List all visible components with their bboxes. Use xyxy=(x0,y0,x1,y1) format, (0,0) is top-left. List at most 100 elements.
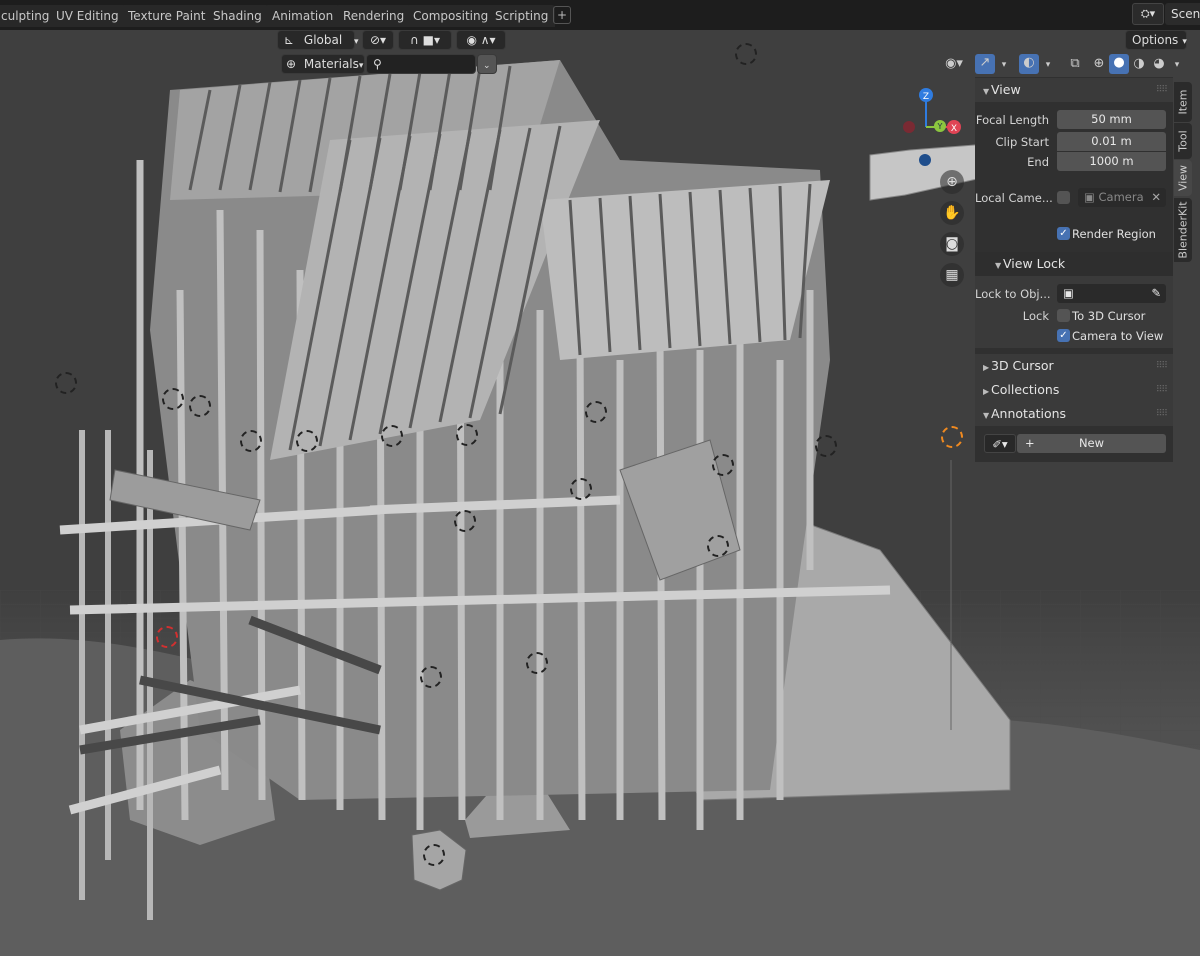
scene-selector-button[interactable]: ⛭▾ xyxy=(1132,3,1164,25)
zoom-icon: ⊕ xyxy=(946,174,958,190)
scene-icon: ⛭▾ xyxy=(1140,7,1156,20)
shading-preview-dropdown[interactable]: ⊕ Materials▾ xyxy=(281,54,365,74)
empty-marker[interactable] xyxy=(815,435,837,457)
camera-object-icon: ▣ xyxy=(1084,190,1095,204)
tab-label: Item xyxy=(1176,89,1190,115)
empty-marker[interactable] xyxy=(420,666,442,688)
search-input[interactable]: ⚲ xyxy=(366,54,476,74)
light-sun-icon[interactable] xyxy=(941,426,963,448)
tab-compositing[interactable]: Compositing xyxy=(406,5,496,27)
gizmo-toggle[interactable]: ↗ xyxy=(975,54,995,74)
gizmo-icon: ↗ xyxy=(979,55,991,70)
focal-length-label: Focal Length xyxy=(975,113,1049,127)
annotation-layer-dropdown[interactable]: ✐▾ xyxy=(984,434,1016,453)
pivot-point-button[interactable]: ⊘▾ xyxy=(362,30,394,50)
local-camera-field[interactable]: ▣ Camera ✕ xyxy=(1078,188,1166,207)
clip-end-field[interactable]: 1000 m xyxy=(1057,152,1166,171)
sidebar-tab-tool[interactable]: Tool xyxy=(1174,123,1192,159)
panel-header-view[interactable]: ▼ View ⠿⠿ xyxy=(975,78,1173,102)
shading-wireframe-button[interactable]: ⊕ xyxy=(1090,55,1108,73)
proportional-editing-button[interactable]: ◉ ∧▾ xyxy=(456,30,506,50)
zoom-button[interactable]: ⊕ xyxy=(940,170,964,194)
empty-marker[interactable] xyxy=(296,430,318,452)
options-label: Options xyxy=(1132,33,1179,47)
empty-marker[interactable] xyxy=(454,510,476,532)
chevron-down-icon: ▾ xyxy=(1001,60,1007,70)
tab-uv-editing[interactable]: UV Editing xyxy=(49,5,126,27)
panel-header-annotations[interactable]: ▼ Annotations ⠿⠿ xyxy=(975,402,1173,426)
camera-view-button[interactable]: ◙ xyxy=(940,232,964,256)
sidebar-tab-view[interactable]: View xyxy=(1174,160,1192,196)
empty-marker[interactable] xyxy=(585,401,607,423)
tab-animation[interactable]: Animation xyxy=(265,5,341,27)
tab-sculpting[interactable]: culpting xyxy=(0,5,57,27)
panel-header-collections[interactable]: ▶ Collections ⠿⠿ xyxy=(975,378,1173,402)
sidebar-tab-blenderkit[interactable]: BlenderKit xyxy=(1174,198,1192,262)
new-annotation-button[interactable]: + New xyxy=(1017,434,1166,453)
tab-label: View xyxy=(1176,164,1190,192)
shading-rendered-button[interactable]: ◕ xyxy=(1150,55,1168,73)
empty-marker[interactable] xyxy=(240,430,262,452)
clip-start-field[interactable]: 0.01 m xyxy=(1057,132,1166,151)
expanded-triangle-icon: ▼ xyxy=(983,87,990,96)
empty-marker[interactable] xyxy=(162,388,184,410)
empty-marker[interactable] xyxy=(55,372,77,394)
empty-marker[interactable] xyxy=(735,43,757,65)
overlays-toggle[interactable]: ◐ xyxy=(1019,54,1039,74)
empty-marker[interactable] xyxy=(707,535,729,557)
gizmo-dropdown[interactable]: ▾ xyxy=(996,55,1012,74)
empty-marker[interactable] xyxy=(526,652,548,674)
empty-marker[interactable] xyxy=(189,395,211,417)
3d-cursor-icon[interactable] xyxy=(156,626,178,648)
sidebar-tab-item[interactable]: Item xyxy=(1174,82,1192,122)
shading-dropdown[interactable]: ▾ xyxy=(1170,55,1184,74)
overlays-icon: ◐ xyxy=(1023,55,1035,70)
shading-material-button[interactable]: ◑ xyxy=(1130,55,1148,73)
xray-toggle[interactable]: ⧉ xyxy=(1066,55,1084,73)
close-icon[interactable]: ✕ xyxy=(1151,188,1161,207)
local-camera-value: Camera xyxy=(1098,190,1144,204)
local-camera-label: Local Came... xyxy=(975,191,1053,205)
empty-marker[interactable] xyxy=(381,425,403,447)
shading-collapse-button[interactable]: ⌄ xyxy=(477,54,497,74)
options-dropdown[interactable]: Options ▾ xyxy=(1125,30,1187,50)
empty-marker[interactable] xyxy=(570,478,592,500)
transform-orientation-dropdown[interactable]: ⊾ Global ▾ xyxy=(277,30,359,50)
panel-header-view-lock[interactable]: ▼ View Lock xyxy=(975,252,1173,276)
tab-texture-paint[interactable]: Texture Paint xyxy=(121,5,213,27)
rendered-sphere-icon: ◕ xyxy=(1153,56,1165,71)
chevron-down-icon: ▾ xyxy=(358,61,364,71)
eyedropper-icon[interactable]: ✎ xyxy=(1151,284,1161,303)
empty-marker[interactable] xyxy=(456,424,478,446)
panel-header-3d-cursor[interactable]: ▶ 3D Cursor ⠿⠿ xyxy=(975,354,1173,378)
ortho-toggle-button[interactable]: ▦ xyxy=(940,263,964,287)
focal-length-field[interactable]: 50 mm xyxy=(1057,110,1166,129)
expanded-triangle-icon: ▼ xyxy=(983,411,990,420)
add-workspace-button[interactable]: + xyxy=(553,6,571,24)
tab-rendering[interactable]: Rendering xyxy=(336,5,412,27)
local-camera-checkbox[interactable] xyxy=(1057,191,1070,204)
orientation-icon: ⊾ xyxy=(284,33,295,47)
empty-marker[interactable] xyxy=(423,844,445,866)
empty-marker[interactable] xyxy=(712,454,734,476)
hand-icon: ✋ xyxy=(943,205,961,221)
lock-to-object-field[interactable]: ▣ ✎ xyxy=(1057,284,1166,303)
panel-title: 3D Cursor xyxy=(991,358,1054,373)
solid-sphere-icon: ● xyxy=(1113,55,1125,70)
navigation-gizmo[interactable]: Z X Y xyxy=(888,85,978,185)
shading-solid-button[interactable]: ● xyxy=(1109,54,1129,74)
visibility-dropdown[interactable]: ◉▾ xyxy=(938,55,970,73)
pan-button[interactable]: ✋ xyxy=(940,201,964,225)
tab-scripting[interactable]: Scripting xyxy=(488,5,556,27)
pivot-icon: ⊘▾ xyxy=(369,33,387,47)
object-icon: ▣ xyxy=(1063,286,1074,300)
overlays-dropdown[interactable]: ▾ xyxy=(1040,55,1056,74)
lock-to-3d-cursor-checkbox[interactable] xyxy=(1057,309,1070,322)
snap-button[interactable]: ∩ ■▾ xyxy=(398,30,452,50)
camera-icon: ◙ xyxy=(945,236,959,252)
camera-to-view-checkbox[interactable]: ✓ xyxy=(1057,329,1070,342)
render-region-checkbox[interactable]: ✓ xyxy=(1057,227,1070,240)
tab-shading[interactable]: Shading xyxy=(206,5,269,27)
eye-icon: ◉▾ xyxy=(945,56,963,71)
scene-name-field[interactable]: Scene xyxy=(1165,3,1200,25)
